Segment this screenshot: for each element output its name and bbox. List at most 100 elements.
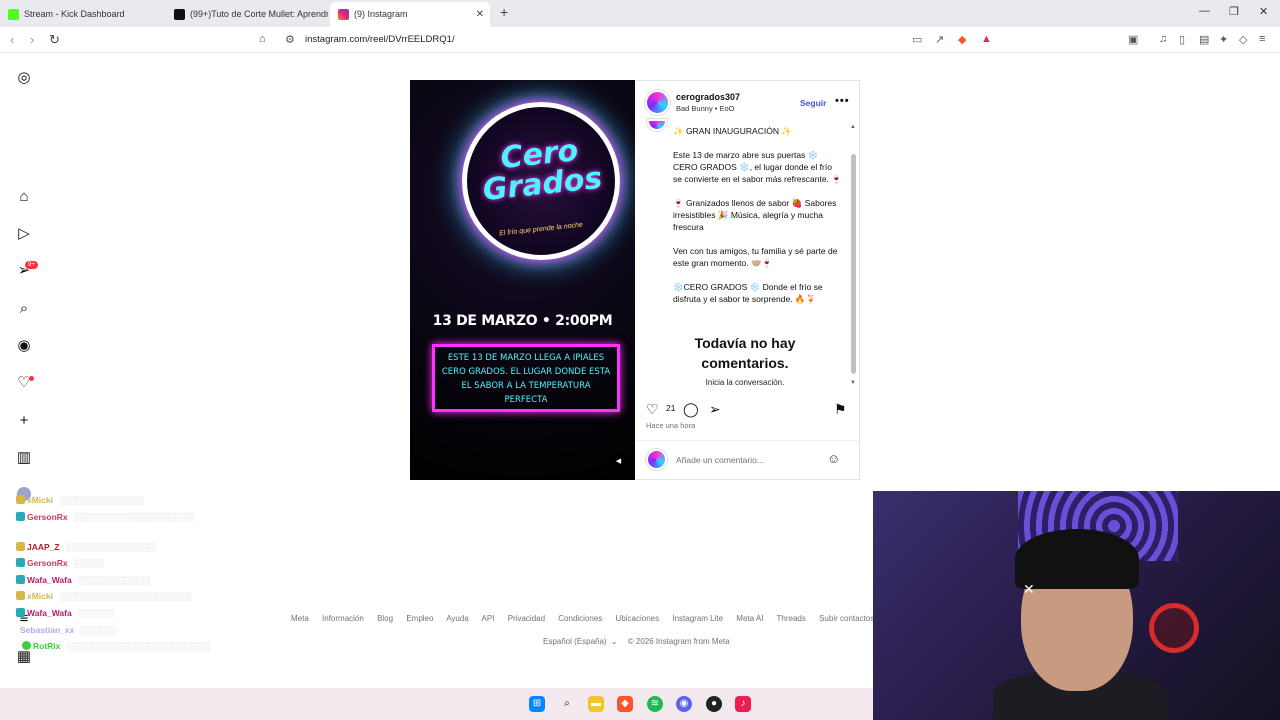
instagram-logo-icon[interactable]: ◎	[15, 69, 33, 87]
footer-link[interactable]: Threads	[777, 614, 806, 623]
home-icon[interactable]: ⌂	[15, 188, 33, 206]
scroll-up-icon[interactable]: ▲	[850, 124, 856, 130]
more-options-icon[interactable]: •••	[835, 95, 850, 107]
url-field[interactable]: instagram.com/reel/DVrrEELDRQ1/	[305, 34, 455, 45]
dashboard-icon[interactable]: ▥	[15, 449, 33, 467]
vpn-icon[interactable]: ◇	[1239, 33, 1247, 46]
footer-link[interactable]: Meta	[291, 614, 309, 623]
share-icon[interactable]: ↗	[935, 33, 944, 46]
rewards-icon[interactable]: ▲	[981, 33, 992, 45]
chat-badge-icon	[16, 591, 25, 600]
minimize-icon[interactable]: —	[1199, 5, 1210, 17]
chat-message: Sebastian_xx ░░░░░░	[20, 625, 116, 635]
author-avatar[interactable]	[645, 90, 670, 115]
media-icon[interactable]: ♫	[1159, 33, 1167, 45]
instagram-favicon-icon	[338, 9, 349, 20]
like-count[interactable]: 21	[666, 403, 675, 413]
tab-tutorial[interactable]: (99+)Tuto de Corte Mullet: Aprendr	[166, 2, 328, 27]
comment-icon[interactable]: ◯	[683, 401, 699, 418]
chat-username: xMicki	[27, 591, 53, 601]
search-icon[interactable]: ⌕	[15, 300, 33, 318]
footer-link[interactable]: Meta AI	[736, 614, 763, 623]
chat-message-blurred: ░░░░░░░░░░░░░░░░░░░░░░░░	[66, 641, 211, 651]
spotify-icon[interactable]: ≋	[647, 696, 663, 712]
footer-link[interactable]: API	[482, 614, 495, 623]
forward-icon[interactable]: ›	[30, 32, 34, 47]
chat-badge-icon	[16, 608, 25, 617]
footer-link[interactable]: Empleo	[406, 614, 433, 623]
discord-icon[interactable]: ◉	[676, 696, 692, 712]
cursor-icon: ✕	[1023, 581, 1035, 597]
share-icon[interactable]: ➢	[709, 401, 721, 418]
chat-message-blurred: ░░░░░	[73, 558, 104, 568]
caption-avatar[interactable]	[647, 119, 667, 131]
tab-kick-dashboard[interactable]: Stream - Kick Dashboard	[0, 2, 165, 27]
chat-badge-icon	[16, 495, 25, 504]
create-icon[interactable]: +	[15, 412, 33, 430]
chat-message-blurred: ░░░░░░░░░░░░░░░	[65, 542, 156, 552]
reload-icon[interactable]: ↻	[49, 32, 60, 48]
explore-icon[interactable]: ◉	[15, 337, 33, 355]
footer-link[interactable]: Condiciones	[558, 614, 602, 623]
start-icon[interactable]: ⊞	[529, 696, 545, 712]
leo-icon[interactable]: ✦	[1219, 33, 1228, 46]
footer-bottom: Español (España) ⌄ © 2026 Instagram from…	[543, 637, 730, 646]
save-bookmark-icon[interactable]: ⚑	[834, 401, 847, 418]
back-icon[interactable]: ‹	[10, 32, 14, 47]
follow-button[interactable]: Seguir	[800, 98, 826, 108]
scroll-down-icon[interactable]: ▼	[850, 380, 856, 386]
bookmark-icon[interactable]: ⌂	[259, 33, 266, 45]
footer-link[interactable]: Ubicaciones	[616, 614, 660, 623]
scroll-thumb[interactable]	[851, 154, 856, 374]
caption-scrollbar[interactable]: ▲ ▼	[850, 124, 857, 388]
chat-badge-icon	[16, 512, 25, 521]
reel-date-line: 13 DE MARZO • 2:00PM	[432, 313, 613, 329]
reel-video[interactable]: Cero Grados El frío que prende la noche …	[410, 80, 635, 480]
footer-link[interactable]: Instagram Lite	[672, 614, 723, 623]
footer-link[interactable]: Ayuda	[446, 614, 469, 623]
browser-tab-bar: Stream - Kick Dashboard (99+)Tuto de Cor…	[0, 0, 1280, 27]
tiktok-live-icon[interactable]: ♪	[735, 696, 751, 712]
emoji-picker-icon[interactable]: ☺	[827, 451, 840, 466]
caption-line: 🍷 Granizados llenos de sabor 🍓 Sabores i…	[673, 198, 837, 232]
obs-icon[interactable]: ●	[706, 696, 722, 712]
brave-shield-icon[interactable]: ◆	[958, 33, 966, 46]
chat-badge-icon	[16, 575, 25, 584]
caption-line: ✨ GRAN INAUGURACIÓN ✨	[673, 126, 792, 136]
chat-username: GersonRx	[27, 558, 68, 568]
footer-link[interactable]: Información	[322, 614, 364, 623]
mute-icon[interactable]: ◀	[611, 454, 626, 469]
audio-subtitle[interactable]: Bad Bunny • EoO	[676, 104, 735, 113]
streamer-hair	[1015, 529, 1139, 589]
close-window-icon[interactable]: ✕	[1259, 5, 1268, 18]
maximize-icon[interactable]: ❐	[1229, 5, 1239, 18]
cast-icon[interactable]: ▭	[912, 33, 922, 46]
sidebar-icon[interactable]: ▣	[1128, 33, 1138, 46]
copyright: © 2026 Instagram from Meta	[627, 637, 730, 646]
wallet-icon[interactable]: ▤	[1199, 33, 1209, 46]
no-comments-subtitle: Inicia la conversación.	[705, 378, 785, 387]
close-tab-icon[interactable]: ✕	[476, 2, 484, 27]
tiktok-favicon-icon	[174, 9, 185, 20]
chat-message: xMicki ░░░░░░░░░░░░░░░░░░░░░░	[16, 591, 192, 601]
search-taskbar-icon[interactable]: ⌕	[559, 696, 575, 712]
menu-icon[interactable]: ≡	[1259, 33, 1265, 45]
site-settings-icon[interactable]: ⚙	[285, 33, 295, 46]
tab-instagram[interactable]: (9) Instagram ✕	[330, 2, 490, 27]
footer-link[interactable]: Blog	[377, 614, 393, 623]
new-tab-button[interactable]: +	[500, 4, 508, 20]
reader-icon[interactable]: ▯	[1179, 33, 1185, 46]
chat-message: GersonRx ░░░░░░░░░░░░░░░░░░░░	[16, 512, 194, 522]
reels-icon[interactable]: ▷	[15, 225, 33, 243]
chevron-down-icon[interactable]: ⌄	[611, 637, 618, 646]
caption-line: Este 13 de marzo abre sus puertas ❄️ CER…	[673, 150, 842, 184]
language-select[interactable]: Español (España)	[543, 637, 607, 646]
author-username[interactable]: cerogrados307	[676, 92, 740, 102]
chat-username: Wafa_Wafa	[27, 575, 72, 585]
chat-message-blurred: ░░░░░░	[77, 608, 114, 618]
comment-input[interactable]: Añade un comentario...	[676, 455, 764, 465]
footer-link[interactable]: Privacidad	[508, 614, 545, 623]
file-explorer-icon[interactable]: ▬	[588, 696, 604, 712]
brave-browser-icon[interactable]: ◆	[617, 696, 633, 712]
like-icon[interactable]: ♡	[646, 401, 659, 418]
